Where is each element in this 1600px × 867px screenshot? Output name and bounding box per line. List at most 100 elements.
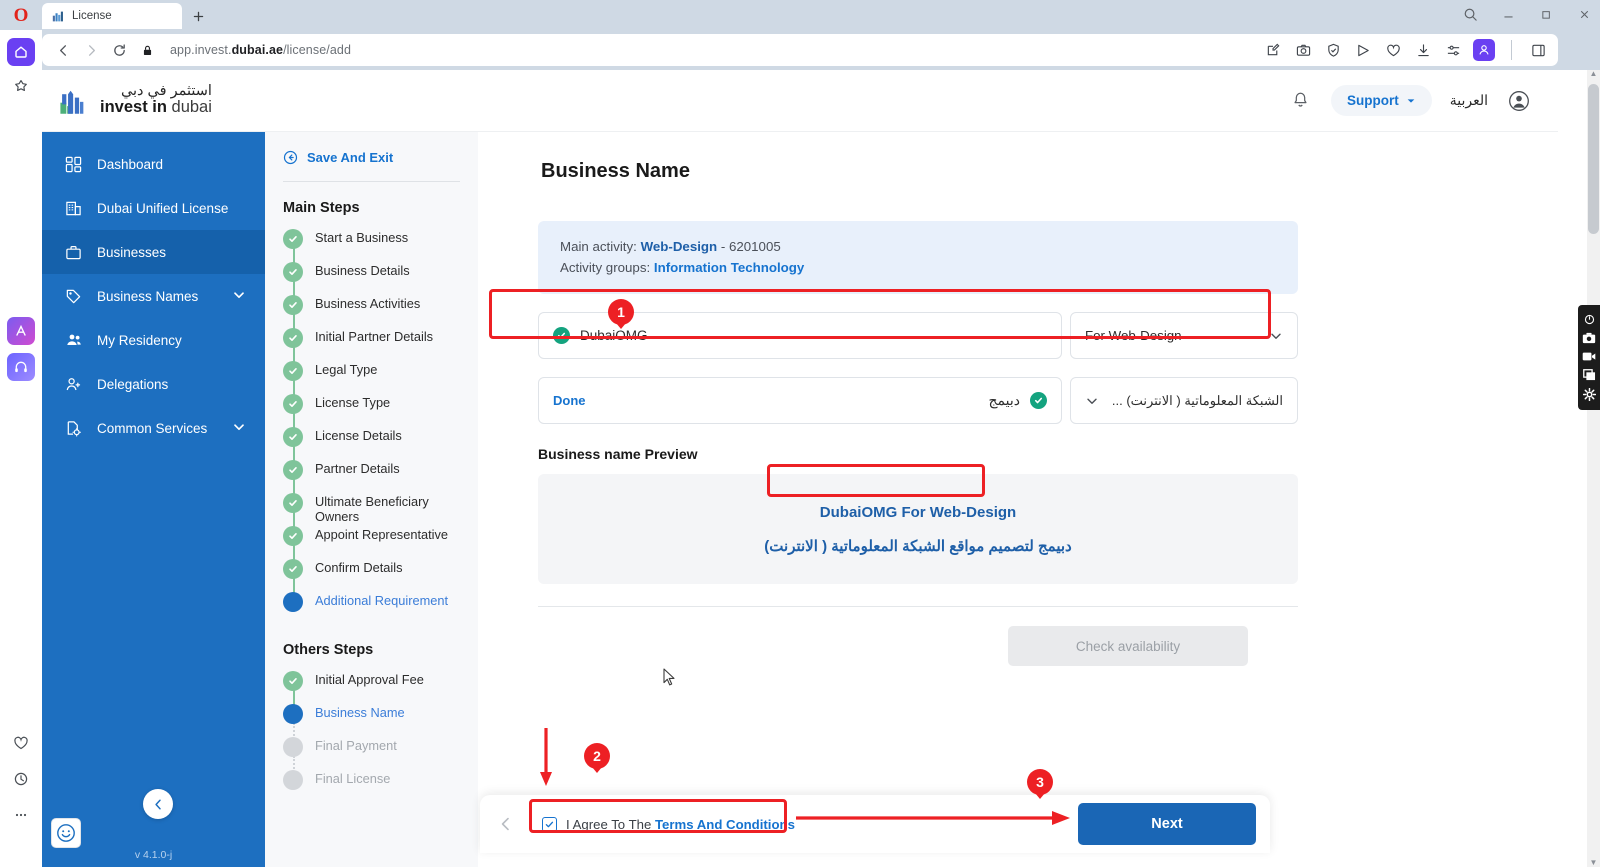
file-gear-icon	[64, 419, 83, 438]
recorder-settings-gear-icon[interactable]	[1582, 388, 1596, 402]
sidebar-item-businesses[interactable]: Businesses	[42, 230, 265, 274]
arabic-name-done-label[interactable]: Done	[553, 393, 586, 408]
profile-icon[interactable]	[1473, 39, 1495, 61]
sidebar-item-common-services[interactable]: Common Services	[42, 406, 265, 450]
sidebar-item-delegations[interactable]: Delegations	[42, 362, 265, 406]
recorder-menu-icon[interactable]	[1584, 314, 1595, 325]
page-scrollbar-thumb[interactable]	[1588, 84, 1599, 234]
terms-checkbox-group[interactable]: I Agree To The Terms And Conditions	[532, 811, 805, 838]
preview-english-name: DubaiOMG For Web-Design	[819, 503, 1017, 521]
app-colorful-icon[interactable]	[7, 317, 35, 346]
download-icon[interactable]	[1413, 40, 1433, 60]
browser-extension-icons	[1263, 39, 1550, 61]
step-item[interactable]: Appoint Representative	[265, 525, 478, 578]
business-name-arabic-field[interactable]: Done دبيمج	[538, 377, 1062, 425]
new-tab-button[interactable]	[188, 6, 209, 27]
url-prefix: app.invest.	[170, 43, 232, 57]
sidebar-item-label: Delegations	[97, 376, 169, 392]
sidebar-item-my-residency[interactable]: My Residency	[42, 318, 265, 362]
history-clock-icon[interactable]	[7, 765, 35, 793]
step-item[interactable]: Final Payment	[265, 736, 478, 789]
business-name-english-field[interactable]: DubaiOMG	[538, 312, 1062, 360]
step-item[interactable]: Business Details	[265, 261, 478, 314]
step-item-current[interactable]: Business Name	[265, 703, 478, 756]
terms-checkbox[interactable]	[542, 816, 557, 832]
step-item[interactable]: Final License	[265, 769, 478, 802]
language-toggle-arabic[interactable]: العربية	[1450, 92, 1488, 109]
feedback-smiley-icon[interactable]	[52, 819, 80, 847]
sidebar-item-label: Business Names	[97, 288, 199, 304]
next-button[interactable]: Next	[1078, 803, 1256, 845]
browser-tab-license[interactable]: License	[42, 3, 182, 29]
step-status-current-icon	[283, 592, 303, 612]
send-icon[interactable]	[1353, 40, 1373, 60]
invest-in-dubai-logo[interactable]: استثمر في دبي invest in dubai	[57, 84, 212, 118]
page-scrollbar[interactable]: ▲ ▼	[1587, 70, 1600, 867]
step-item[interactable]: License Details	[265, 426, 478, 479]
business-suffix-arabic-select[interactable]: الشبكة المعلوماتية ( الانترنت) ...	[1070, 377, 1298, 425]
terms-and-conditions-link[interactable]: Terms And Conditions	[655, 817, 795, 832]
camera-icon[interactable]	[1293, 40, 1313, 60]
step-item[interactable]: Confirm Details	[265, 558, 478, 611]
step-status-done-icon	[283, 671, 303, 691]
support-dropdown-button[interactable]: Support	[1330, 85, 1432, 116]
step-item[interactable]: Initial Approval Fee	[265, 670, 478, 723]
step-status-done-icon	[283, 328, 303, 348]
step-item[interactable]: License Type	[265, 393, 478, 446]
back-step-button[interactable]	[494, 816, 518, 832]
step-item[interactable]: Partner Details	[265, 459, 478, 512]
step-label: Business Details	[315, 263, 410, 278]
step-item[interactable]: Business Activities	[265, 294, 478, 347]
shield-check-icon[interactable]	[1323, 40, 1343, 60]
opera-logo-icon[interactable]: O	[8, 3, 34, 29]
capture-window-icon[interactable]	[1582, 369, 1596, 381]
business-suffix-english-select[interactable]: For Web-Design	[1070, 312, 1298, 360]
chevron-down-icon	[1407, 98, 1415, 103]
notification-bell-icon[interactable]	[1289, 89, 1313, 113]
heart-icon[interactable]	[1383, 40, 1403, 60]
sidebar-toggle-icon[interactable]	[1528, 40, 1548, 60]
screen-recorder-widget	[1578, 305, 1600, 410]
sidebar-item-business-names[interactable]: Business Names	[42, 274, 265, 318]
site-header: استثمر في دبي invest in dubai Support ال…	[42, 70, 1558, 132]
headphones-icon[interactable]	[7, 353, 35, 382]
dubai-skyline-icon	[60, 90, 84, 114]
minimize-icon[interactable]	[1498, 4, 1518, 24]
star-icon[interactable]	[7, 72, 35, 100]
reload-icon[interactable]	[106, 37, 132, 63]
record-video-icon[interactable]	[1582, 351, 1596, 362]
step-item-current[interactable]: Additional Requirement	[265, 591, 478, 624]
main-content: Business Name Main activity: Web-Design …	[478, 132, 1558, 867]
sidebar-item-dashboard[interactable]: Dashboard	[42, 142, 265, 186]
scroll-up-arrow-icon[interactable]: ▲	[1589, 70, 1598, 78]
sidebar-collapse-button[interactable]	[143, 789, 173, 819]
chevron-down-icon[interactable]	[233, 421, 245, 436]
agree-prefix: I Agree To The	[566, 816, 655, 832]
step-item[interactable]: Legal Type	[265, 360, 478, 413]
close-icon[interactable]	[1574, 4, 1594, 24]
back-arrow-icon[interactable]	[50, 37, 76, 63]
save-and-exit-button[interactable]: Save And Exit	[265, 150, 478, 165]
sidebar-item-dubai-unified-license[interactable]: Dubai Unified License	[42, 186, 265, 230]
home-icon[interactable]	[7, 38, 35, 66]
step-item[interactable]: Ultimate Beneficiary Owners	[265, 492, 478, 545]
user-avatar-icon[interactable]	[1506, 88, 1532, 114]
maximize-icon[interactable]	[1536, 4, 1556, 24]
activity-groups-row: Activity groups: Information Technology	[560, 258, 1276, 279]
search-icon[interactable]	[1460, 4, 1480, 24]
screenshot-camera-icon[interactable]	[1582, 332, 1596, 344]
heart-icon[interactable]	[7, 729, 35, 757]
step-item[interactable]: Start a Business	[265, 228, 478, 281]
lock-icon[interactable]	[134, 37, 160, 63]
chevron-down-icon[interactable]	[233, 289, 245, 304]
browser-urlbar[interactable]: app.invest.dubai.ae/license/add	[42, 34, 1558, 66]
edit-icon[interactable]	[1263, 40, 1283, 60]
url-text[interactable]: app.invest.dubai.ae/license/add	[162, 43, 1261, 57]
scroll-down-arrow-icon[interactable]: ▼	[1589, 858, 1598, 867]
more-dots-icon[interactable]	[7, 801, 35, 829]
check-availability-button[interactable]: Check availability	[1008, 626, 1248, 667]
forward-arrow-icon[interactable]	[78, 37, 104, 63]
step-item[interactable]: Initial Partner Details	[265, 327, 478, 380]
mouse-cursor	[663, 668, 676, 692]
sliders-icon[interactable]	[1443, 40, 1463, 60]
